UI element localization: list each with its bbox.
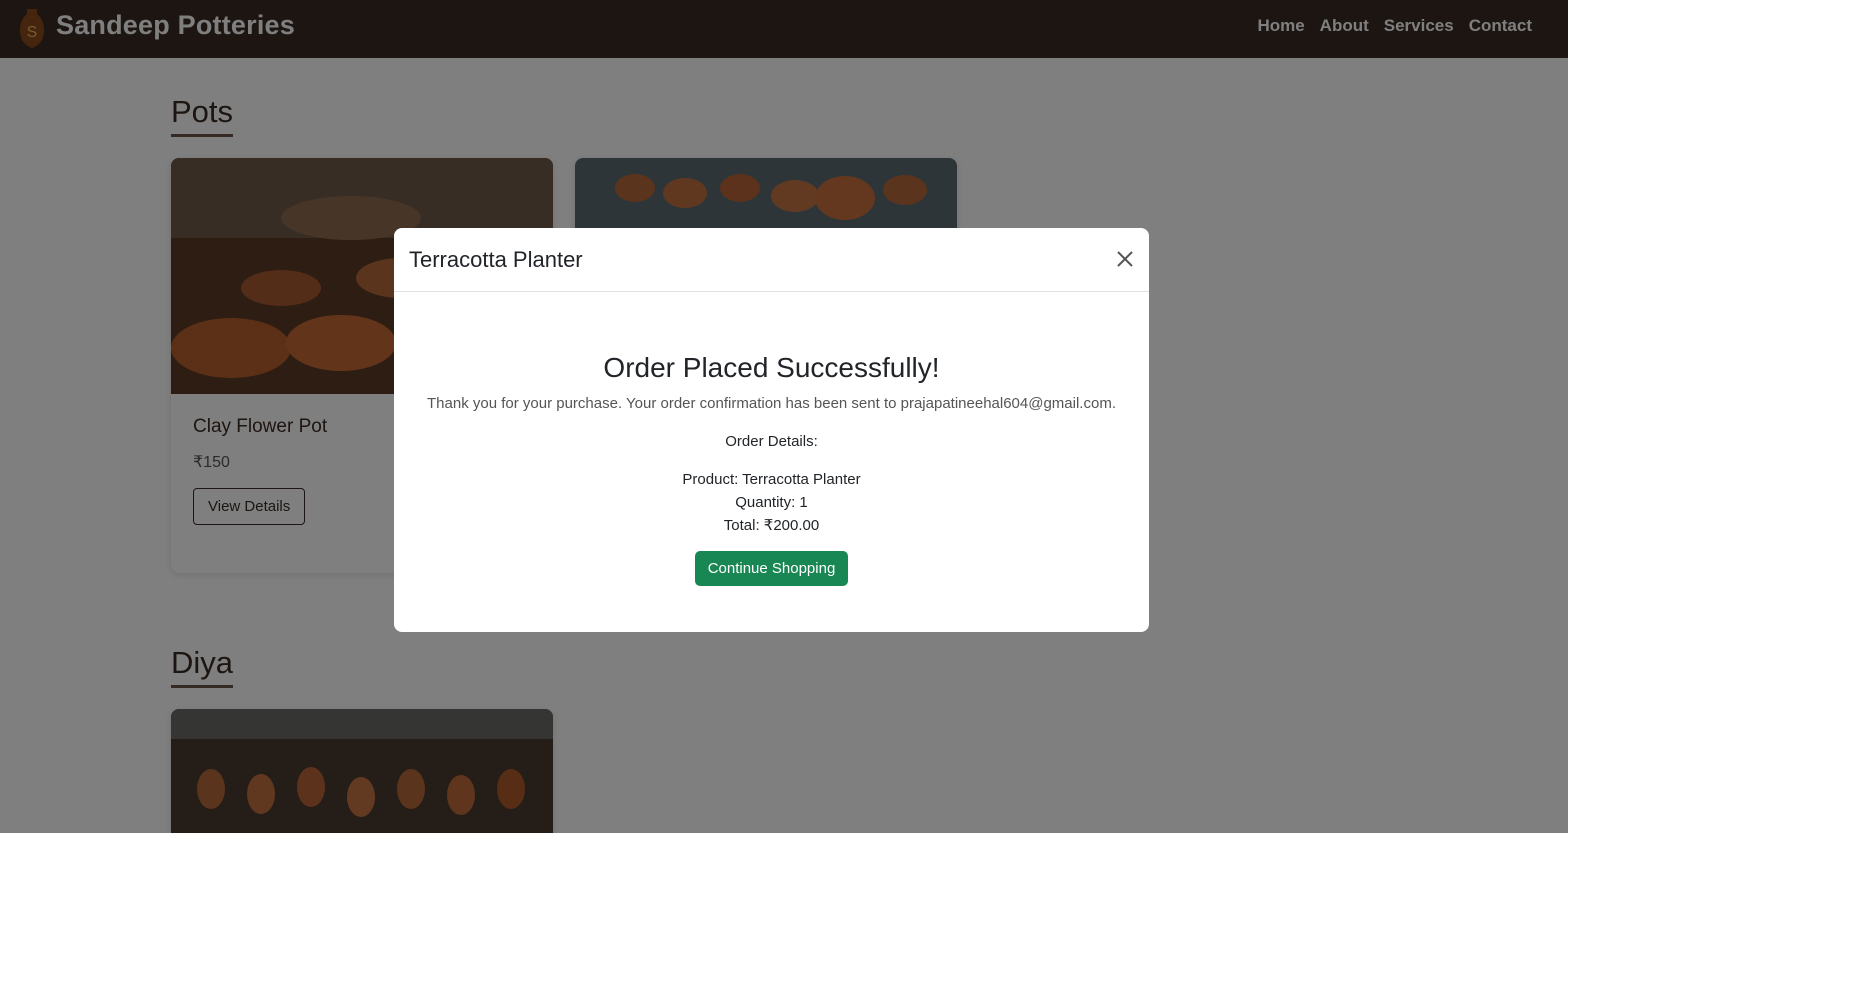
confirmation-message: Thank you for your purchase. Your order … [427,395,1116,412]
order-quantity: Quantity: 1 [735,494,808,511]
modal-header: Terracotta Planter [394,228,1149,292]
success-heading: Order Placed Successfully! [603,352,940,383]
close-icon[interactable] [1115,249,1135,269]
page: S Sandeep Potteries Home About Services … [0,0,1568,833]
continue-shopping-button[interactable]: Continue Shopping [695,551,848,586]
modal-title: Terracotta Planter [409,247,583,272]
order-product: Product: Terracotta Planter [682,471,861,488]
order-total: Total: ₹200.00 [723,517,820,534]
order-details-label: Order Details: [725,433,818,450]
order-modal: Terracotta Planter Order Placed Successf… [394,228,1149,632]
